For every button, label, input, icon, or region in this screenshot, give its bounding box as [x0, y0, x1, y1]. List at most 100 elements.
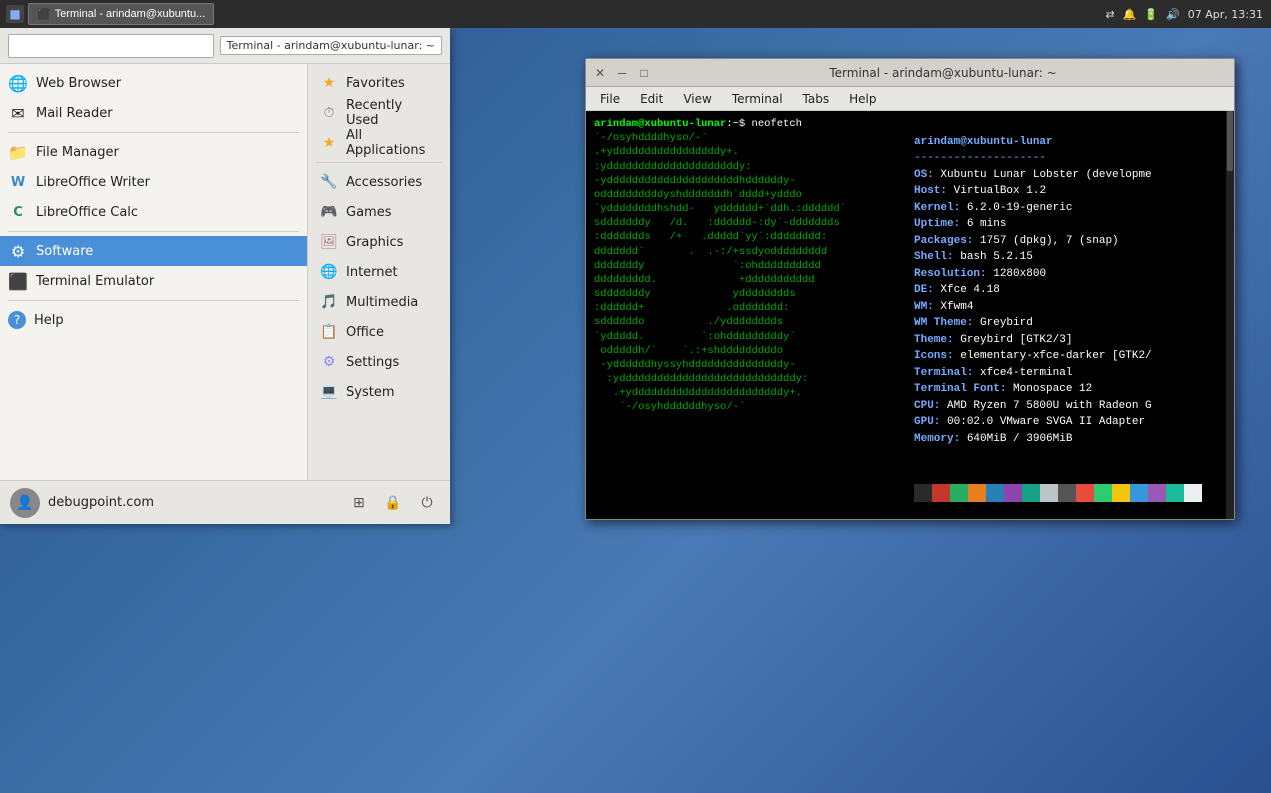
menu-item-libreoffice-calc[interactable]: C LibreOffice Calc — [0, 197, 307, 227]
volume-icon: 🔊 — [1166, 8, 1180, 21]
accessories-icon: 🔧 — [320, 173, 338, 191]
multimedia-label: Multimedia — [346, 295, 418, 310]
software-icon: ⚙ — [8, 241, 28, 261]
right-sep-1 — [316, 162, 442, 163]
user-avatar: 👤 — [10, 488, 40, 518]
username-label: debugpoint.com — [48, 495, 338, 510]
menu-right-panel: ★ Favorites ⏱ Recently Used ★ All Applic… — [308, 64, 450, 480]
terminal-close-button[interactable]: ✕ — [592, 65, 608, 81]
notification-icon: 🔔 — [1123, 8, 1137, 21]
internet-icon: 🌐 — [320, 263, 338, 281]
terminal-menu-help[interactable]: Help — [841, 90, 884, 108]
office-label: Office — [346, 325, 384, 340]
neofetch-art: arindam@xubuntu-lunar:~$ neofetch `-/osy… — [586, 111, 906, 519]
switch-user-button[interactable]: ⊞ — [346, 490, 372, 516]
terminal-titlebar: ✕ ─ □ Terminal - arindam@xubuntu-lunar: … — [586, 59, 1234, 87]
help-icon: ? — [8, 311, 26, 329]
menu-separator-2 — [8, 231, 299, 232]
system-icon: 💻 — [320, 383, 338, 401]
terminal-title: Terminal - arindam@xubuntu-lunar: ~ — [658, 66, 1228, 80]
menu-item-web-browser[interactable]: 🌐 Web Browser — [0, 68, 307, 98]
terminal-color-swatches — [914, 484, 1218, 502]
terminal-menu-view[interactable]: View — [675, 90, 719, 108]
category-multimedia[interactable]: 🎵 Multimedia — [308, 287, 450, 317]
help-label: Help — [34, 313, 64, 328]
logout-button[interactable]: ⏻ — [414, 490, 440, 516]
terminal-emulator-icon: ⬛ — [8, 271, 28, 291]
menu-bottom-bar: 👤 debugpoint.com ⊞ 🔒 ⏻ — [0, 480, 450, 524]
settings-icon: ⚙ — [320, 353, 338, 371]
graphics-icon: 🖼 — [320, 233, 338, 251]
games-icon: 🎮 — [320, 203, 338, 221]
favorites-label: Favorites — [346, 76, 405, 91]
terminal-window: ✕ ─ □ Terminal - arindam@xubuntu-lunar: … — [585, 58, 1235, 520]
taskbar-right: ⇄ 🔔 🔋 🔊 07 Apr, 13:31 — [1097, 8, 1271, 21]
terminal-menu-terminal[interactable]: Terminal — [724, 90, 791, 108]
games-label: Games — [346, 205, 391, 220]
taskbar-window-button[interactable]: ⬛ Terminal - arindam@xubuntu... — [28, 3, 214, 25]
libreoffice-calc-icon: C — [8, 202, 28, 222]
menu-item-terminal-emulator[interactable]: ⬛ Terminal Emulator — [0, 266, 307, 296]
taskbar-app-icon: ■ — [6, 5, 24, 23]
all-applications-icon: ★ — [320, 134, 338, 152]
terminal-minimize-button[interactable]: ─ — [614, 65, 630, 81]
mail-reader-icon: ✉ — [8, 103, 28, 123]
category-recently-used[interactable]: ⏱ Recently Used — [308, 98, 450, 128]
favorites-icon: ★ — [320, 74, 338, 92]
menu-item-software[interactable]: ⚙ Software — [0, 236, 307, 266]
terminal-menu-edit[interactable]: Edit — [632, 90, 671, 108]
terminal-body[interactable]: arindam@xubuntu-lunar:~$ neofetch `-/osy… — [586, 111, 1234, 519]
category-office[interactable]: 📋 Office — [308, 317, 450, 347]
category-favorites[interactable]: ★ Favorites — [308, 68, 450, 98]
menu-separator-3 — [8, 300, 299, 301]
network-icon: ⇄ — [1105, 8, 1114, 21]
category-system[interactable]: 💻 System — [308, 377, 450, 407]
category-accessories[interactable]: 🔧 Accessories — [308, 167, 450, 197]
battery-icon: 🔋 — [1144, 8, 1158, 21]
office-icon: 📋 — [320, 323, 338, 341]
terminal-scrollbar-thumb — [1227, 111, 1233, 171]
terminal-scrollbar[interactable] — [1226, 111, 1234, 519]
search-input[interactable] — [8, 34, 214, 58]
terminal-maximize-button[interactable]: □ — [636, 65, 652, 81]
menu-separator-1 — [8, 132, 299, 133]
lock-screen-button[interactable]: 🔒 — [380, 490, 406, 516]
menu-item-mail-reader[interactable]: ✉ Mail Reader — [0, 98, 307, 128]
menu-body: 🌐 Web Browser ✉ Mail Reader 📁 File Manag… — [0, 64, 450, 480]
menu-search-bar: Terminal - arindam@xubuntu-lunar: ~ — [0, 28, 450, 64]
menu-item-file-manager[interactable]: 📁 File Manager — [0, 137, 307, 167]
category-internet[interactable]: 🌐 Internet — [308, 257, 450, 287]
menu-item-help[interactable]: ? Help — [0, 305, 307, 335]
terminal-menu-tabs[interactable]: Tabs — [795, 90, 838, 108]
file-manager-icon: 📁 — [8, 142, 28, 162]
category-graphics[interactable]: 🖼 Graphics — [308, 227, 450, 257]
file-manager-label: File Manager — [36, 145, 119, 160]
terminal-menu-file[interactable]: File — [592, 90, 628, 108]
all-applications-label: All Applications — [346, 128, 438, 158]
software-label: Software — [36, 244, 93, 259]
recently-used-icon: ⏱ — [320, 104, 338, 122]
category-settings[interactable]: ⚙ Settings — [308, 347, 450, 377]
graphics-label: Graphics — [346, 235, 403, 250]
multimedia-icon: 🎵 — [320, 293, 338, 311]
menu-item-libreoffice-writer[interactable]: W LibreOffice Writer — [0, 167, 307, 197]
taskbar: ■ ⬛ Terminal - arindam@xubuntu... ⇄ 🔔 🔋 … — [0, 0, 1271, 28]
neofetch-info: arindam@xubuntu-lunar ------------------… — [906, 111, 1226, 519]
search-tooltip: Terminal - arindam@xubuntu-lunar: ~ — [220, 36, 442, 55]
internet-label: Internet — [346, 265, 398, 280]
system-label: System — [346, 385, 394, 400]
mail-reader-label: Mail Reader — [36, 106, 113, 121]
recently-used-label: Recently Used — [346, 98, 438, 128]
terminal-emulator-label: Terminal Emulator — [36, 274, 154, 289]
taskbar-window-label: Terminal - arindam@xubuntu... — [55, 8, 206, 20]
libreoffice-calc-label: LibreOffice Calc — [36, 205, 138, 220]
accessories-label: Accessories — [346, 175, 422, 190]
category-all-applications[interactable]: ★ All Applications — [308, 128, 450, 158]
category-games[interactable]: 🎮 Games — [308, 197, 450, 227]
web-browser-label: Web Browser — [36, 76, 121, 91]
clock: 07 Apr, 13:31 — [1188, 8, 1263, 21]
web-browser-icon: 🌐 — [8, 73, 28, 93]
prompt-line: arindam@xubuntu-lunar:~$ neofetch — [594, 118, 802, 130]
menu-left-panel: 🌐 Web Browser ✉ Mail Reader 📁 File Manag… — [0, 64, 308, 480]
taskbar-left: ■ ⬛ Terminal - arindam@xubuntu... — [0, 3, 220, 25]
